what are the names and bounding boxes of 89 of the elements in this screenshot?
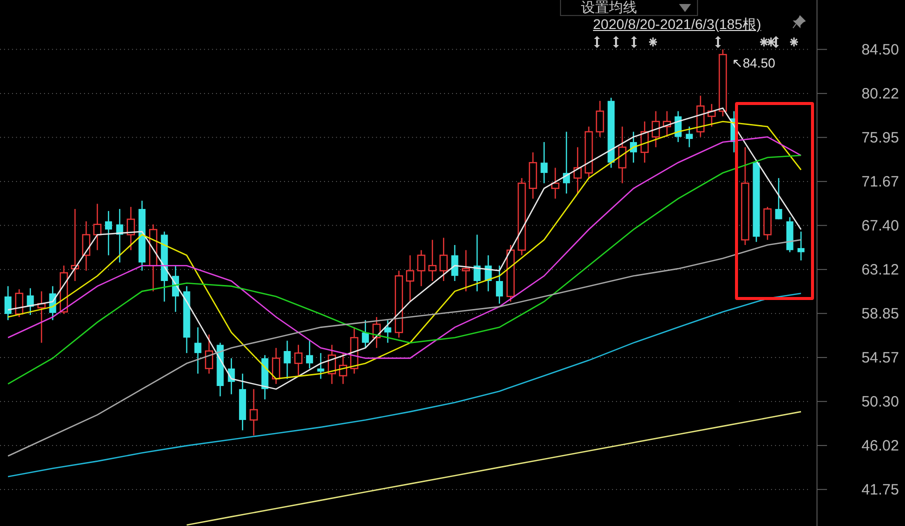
candlestick bbox=[338, 353, 348, 384]
candlestick bbox=[204, 334, 214, 374]
candlestick bbox=[239, 374, 246, 430]
candlestick bbox=[775, 178, 782, 220]
candlestick bbox=[506, 244, 515, 302]
candlestick bbox=[194, 327, 202, 374]
candlestick bbox=[417, 250, 426, 286]
axis-label: 80.22 bbox=[861, 85, 899, 102]
candlestick bbox=[608, 98, 615, 168]
candlestick bbox=[696, 96, 705, 137]
candlestick bbox=[584, 126, 593, 178]
pin-icon[interactable] bbox=[792, 15, 806, 29]
axis-label: 46.02 bbox=[861, 438, 899, 454]
candlestick bbox=[250, 389, 258, 436]
candlestick bbox=[116, 208, 124, 262]
candlestick bbox=[294, 344, 302, 376]
asterisk-icon bbox=[790, 38, 798, 46]
candlestick bbox=[439, 238, 448, 282]
candlestick bbox=[528, 152, 538, 199]
candlestick bbox=[362, 320, 369, 348]
candlestick bbox=[718, 49, 727, 116]
date-range-link[interactable]: 2020/8/20-2021/6/3(185根) bbox=[593, 15, 762, 33]
double-arrow-icon bbox=[715, 36, 721, 48]
candlestick bbox=[786, 217, 794, 252]
double-arrow-icon bbox=[613, 36, 619, 48]
axis-label: 58.85 bbox=[861, 305, 899, 322]
candlestick bbox=[4, 286, 12, 320]
candlestick bbox=[406, 255, 414, 302]
candlestick bbox=[284, 340, 291, 379]
candlestick bbox=[394, 270, 404, 338]
axis-label: 67.40 bbox=[861, 217, 899, 234]
candlestick bbox=[662, 111, 672, 137]
double-arrow-icon bbox=[773, 36, 779, 48]
candlestick bbox=[37, 291, 46, 343]
axis-label: 75.95 bbox=[861, 129, 899, 146]
candlestick bbox=[640, 121, 649, 163]
candlestick bbox=[272, 348, 280, 384]
asterisk-icon bbox=[649, 38, 657, 46]
candlestick bbox=[149, 224, 158, 292]
candlestick bbox=[798, 232, 804, 260]
ma-settings-dropdown[interactable]: 设置均线 bbox=[560, 0, 698, 16]
candlestick bbox=[763, 206, 772, 240]
candlestick bbox=[540, 142, 548, 184]
candlestick bbox=[172, 266, 180, 312]
candlestick bbox=[82, 221, 90, 271]
candlestick bbox=[138, 200, 146, 271]
double-arrow-icon bbox=[631, 36, 637, 48]
candlestick bbox=[49, 286, 56, 320]
candlestick bbox=[596, 100, 604, 137]
double-arrow-icon bbox=[594, 36, 600, 48]
candlestick bbox=[160, 232, 168, 302]
axis-label: 84.50 bbox=[861, 41, 899, 58]
candlestick bbox=[428, 240, 437, 282]
candlestick bbox=[105, 211, 112, 256]
candlestick bbox=[686, 126, 693, 148]
candlestick bbox=[216, 342, 224, 396]
candlestick bbox=[328, 344, 336, 384]
axis-label: 63.12 bbox=[861, 261, 899, 278]
candlestick bbox=[126, 206, 135, 250]
candlestick bbox=[562, 132, 570, 194]
axis-label: 41.75 bbox=[861, 481, 899, 498]
price-label: ↖84.50 bbox=[732, 55, 776, 70]
candlestick bbox=[451, 244, 458, 282]
candlestick bbox=[674, 111, 682, 142]
candlestick bbox=[183, 286, 190, 354]
candlestick bbox=[306, 340, 314, 368]
candlestick bbox=[261, 355, 268, 400]
candlestick bbox=[384, 320, 392, 343]
candlestick bbox=[574, 147, 582, 194]
candlestick bbox=[474, 234, 481, 292]
axis-label: 71.67 bbox=[861, 173, 899, 190]
candlestick bbox=[15, 289, 24, 318]
candlestick bbox=[630, 132, 637, 163]
candlestick bbox=[708, 104, 716, 127]
candlestick bbox=[484, 255, 492, 292]
candlestick bbox=[317, 353, 324, 379]
caret-icon bbox=[679, 4, 691, 12]
candlestick bbox=[462, 250, 470, 292]
candlestick bbox=[372, 317, 381, 348]
axis-label: 54.57 bbox=[861, 350, 899, 366]
candlestick bbox=[496, 266, 503, 304]
candlestick bbox=[652, 111, 660, 148]
candlestick bbox=[551, 168, 560, 199]
candlestick bbox=[350, 327, 358, 374]
candlestick bbox=[618, 126, 626, 184]
candlestick bbox=[93, 204, 102, 250]
candlestick bbox=[26, 288, 34, 315]
axis-label: 50.30 bbox=[861, 393, 899, 410]
candlestick bbox=[228, 358, 235, 394]
